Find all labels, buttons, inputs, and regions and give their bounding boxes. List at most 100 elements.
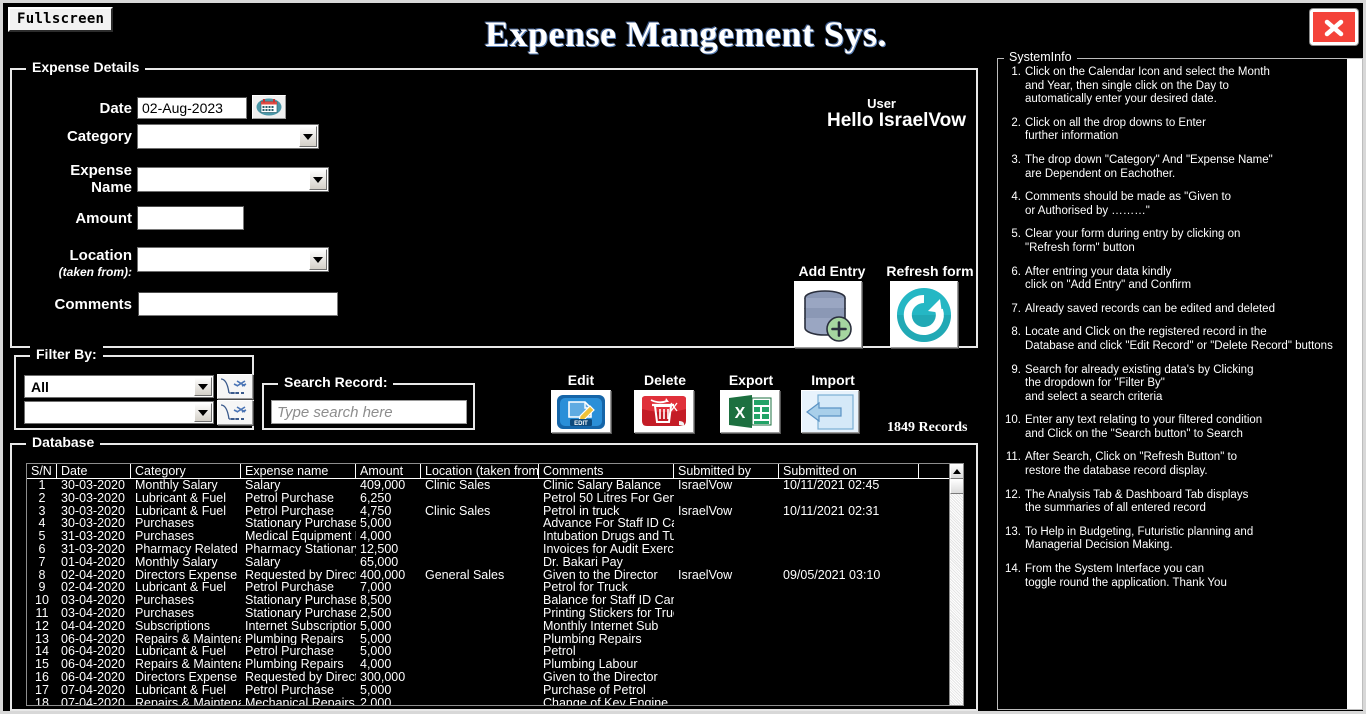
location-select[interactable] [137, 247, 329, 272]
systeminfo-item: 13. To Help in Budgeting, Futuristic plan… [1003, 526, 1343, 553]
filter-primary-search-button[interactable] [217, 374, 253, 399]
table-cell: Lubricant & Fuel [135, 491, 227, 505]
search-input[interactable]: Type search here [271, 400, 467, 424]
svg-text:X: X [735, 405, 746, 422]
table-row[interactable]: 1 30-03-2020 Monthly Salary Salary 409,000 Cl… [27, 479, 963, 492]
scroll-up-button[interactable] [950, 464, 963, 479]
grid-column-header[interactable]: S/N [27, 464, 57, 478]
expense-name-select[interactable] [137, 167, 329, 192]
systeminfo-item-text: To Help in Budgeting, Futuristic plannin… [1025, 525, 1254, 552]
scroll-thumb[interactable] [950, 479, 963, 494]
table-row[interactable]: 13 06-04-2020 Repairs & Maintenanc Plumbing… [27, 633, 963, 646]
add-entry-button[interactable] [794, 281, 862, 348]
grid-column-header[interactable]: Submitted by [674, 464, 779, 478]
table-cell: 2 [38, 491, 46, 505]
table-cell [779, 697, 919, 705]
location-label: Location (taken from): [26, 247, 132, 281]
table-row[interactable]: 10 03-04-2020 Purchases Stationary Purchase… [27, 594, 963, 607]
edit-button[interactable]: EDIT [551, 390, 611, 433]
grid-column-header[interactable]: Category [131, 464, 241, 478]
table-row[interactable]: 5 31-03-2020 Purchases Medical Equipment Pu… [27, 530, 963, 543]
systeminfo-item: 11. After Search, Click on "Refresh Butto… [1003, 451, 1343, 478]
filter-secondary-dropdown-arrow[interactable] [194, 403, 212, 422]
table-cell: Plumbing Repairs [543, 632, 642, 646]
table-cell: 06-04-2020 [61, 645, 125, 659]
table-row[interactable]: 15 06-04-2020 Repairs & Maintenanc Plumbing… [27, 658, 963, 671]
table-cell: Lubricant & Fuel [135, 581, 227, 595]
comments-input[interactable] [138, 292, 338, 316]
category-dropdown-arrow[interactable] [299, 126, 317, 147]
grid-column-header[interactable]: Submitted on [779, 464, 919, 478]
table-cell [779, 517, 919, 530]
filter-primary-select[interactable]: All [24, 375, 214, 398]
table-cell: 10 [35, 594, 49, 607]
import-label: Import [811, 372, 855, 388]
database-grid[interactable]: S/N Date Category Expense name Amount Locatio… [26, 463, 964, 706]
systeminfo-right-rail [1347, 59, 1362, 709]
table-cell [674, 581, 779, 594]
database-add-icon [804, 289, 852, 342]
location-dropdown-arrow[interactable] [309, 249, 327, 270]
category-select[interactable] [137, 124, 319, 149]
amount-input[interactable] [137, 206, 244, 230]
table-cell: Petrol Purchase [245, 683, 334, 697]
table-row[interactable]: 14 06-04-2020 Lubricant & Fuel Petrol Purch… [27, 645, 963, 658]
table-cell: Invoices for Audit Exercise [543, 542, 674, 556]
binoculars-search-icon [220, 378, 247, 394]
table-cell: Salary [245, 555, 281, 569]
calendar-button[interactable] [252, 95, 286, 119]
export-button[interactable]: X [720, 390, 780, 433]
table-cell [674, 517, 779, 530]
table-cell: Stationary Purchases [245, 606, 356, 620]
table-cell: Change of Key Engine [543, 696, 669, 706]
table-row[interactable]: 18 07-04-2020 Repairs & Maintenanc Mechanic… [27, 696, 963, 706]
amount-label: Amount [75, 210, 132, 227]
grid-column-header[interactable]: Comments [539, 464, 674, 478]
systeminfo-item-number: 1. [1011, 66, 1021, 78]
table-row[interactable]: 4 30-03-2020 Purchases Stationary Purchases… [27, 517, 963, 530]
table-cell [779, 556, 919, 569]
table-row[interactable]: 11 03-04-2020 Purchases Stationary Purchase… [27, 607, 963, 620]
table-row[interactable]: 7 01-04-2020 Monthly Salary Salary 65,000 Dr.… [27, 556, 963, 569]
grid-vertical-scrollbar[interactable] [949, 464, 963, 705]
table-row[interactable]: 2 30-03-2020 Lubricant & Fuel Petrol Purcha… [27, 492, 963, 505]
filter-secondary-search-button[interactable] [217, 400, 253, 425]
delete-button[interactable] [634, 390, 694, 433]
table-cell [674, 658, 779, 671]
refresh-form-button[interactable] [890, 281, 958, 348]
table-cell: Balance for Staff ID Cards [543, 594, 674, 607]
table-cell [421, 492, 539, 505]
date-input[interactable]: 02-Aug-2023 [137, 97, 247, 119]
table-cell: Pharmacy Stationary' [245, 542, 356, 556]
table-cell: 5,000 [360, 645, 392, 659]
grid-column-header[interactable]: Amount [356, 464, 421, 478]
expense-name-dropdown-arrow[interactable] [309, 169, 327, 190]
table-row[interactable]: 16 06-04-2020 Directors Expense Requested b… [27, 671, 963, 684]
table-row[interactable]: 8 02-04-2020 Directors Expense Requested by… [27, 569, 963, 582]
table-row[interactable]: 6 31-03-2020 Pharmacy Related Pharmacy Stat… [27, 543, 963, 556]
grid-body[interactable]: 1 30-03-2020 Monthly Salary Salary 409,000 Cl… [27, 479, 963, 706]
table-cell: 5 [38, 530, 46, 543]
table-row[interactable]: 3 30-03-2020 Lubricant & Fuel Petrol Purcha… [27, 505, 963, 518]
table-cell [421, 671, 539, 684]
table-cell: Petrol 50 Litres For Gen [543, 491, 674, 505]
filter-secondary-select[interactable] [24, 401, 214, 424]
grid-column-header[interactable]: Date [57, 464, 131, 478]
systeminfo-list: 1. Click on the Calendar Icon and select … [1003, 66, 1343, 702]
grid-column-header[interactable]: Location (taken from) [421, 464, 539, 478]
systeminfo-item-text: Search for already existing data's by Cl… [1025, 363, 1254, 403]
table-row[interactable]: 17 07-04-2020 Lubricant & Fuel Petrol Purch… [27, 684, 963, 697]
table-cell: Repairs & Maintenanc [135, 658, 241, 671]
table-cell: 03-04-2020 [61, 594, 125, 607]
close-button[interactable] [1310, 9, 1358, 45]
edit-label: Edit [567, 372, 595, 388]
import-button[interactable] [801, 390, 859, 433]
table-cell: 30-03-2020 [61, 479, 125, 492]
grid-column-header[interactable]: Expense name [241, 464, 356, 478]
category-label: Category [66, 128, 132, 145]
table-row[interactable]: 9 02-04-2020 Lubricant & Fuel Petrol Purcha… [27, 581, 963, 594]
systeminfo-item-number: 10. [1005, 414, 1021, 427]
filter-primary-dropdown-arrow[interactable] [194, 377, 212, 396]
table-row[interactable]: 12 04-04-2020 Subscriptions Internet Subscr… [27, 620, 963, 633]
systeminfo-panel: SystemInfo 1. Click on the Calendar Icon … [997, 50, 1363, 710]
